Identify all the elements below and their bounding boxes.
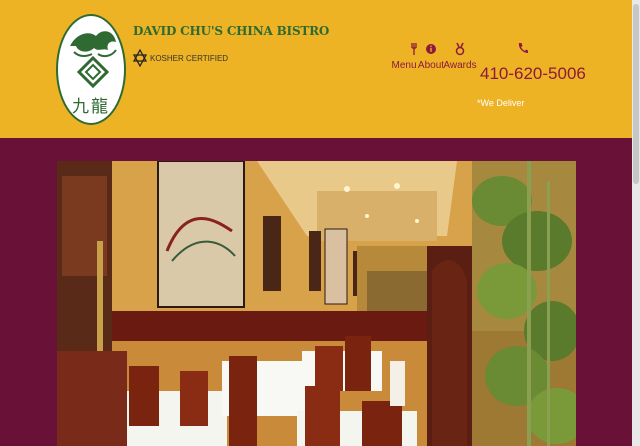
site-header: 九龍 DAVID CHU'S CHINA BISTRO KOSHER CERTI… [0, 0, 632, 138]
hero-image [57, 161, 576, 446]
scrollbar[interactable] [632, 0, 640, 446]
nav-awards-label: Awards [443, 60, 477, 71]
brand-name: DAVID CHU'S CHINA BISTRO [133, 24, 330, 38]
delivery-note: *We Deliver [477, 98, 525, 108]
nav-awards[interactable]: Awards [443, 42, 477, 71]
logo-characters: 九龍 [72, 97, 110, 117]
star-of-david-icon [133, 49, 147, 67]
nav-menu-label: Menu [391, 60, 417, 71]
logo[interactable]: 九龍 [56, 14, 126, 125]
restaurant-interior-image [57, 161, 576, 446]
kosher-label: KOSHER CERTIFIED [150, 54, 229, 63]
nav-about-label: About [417, 60, 445, 71]
phone-number[interactable]: 410-620-5006 [480, 64, 586, 84]
phone-icon [518, 43, 528, 53]
scrollbar-thumb[interactable] [633, 4, 639, 184]
award-icon [455, 42, 465, 56]
